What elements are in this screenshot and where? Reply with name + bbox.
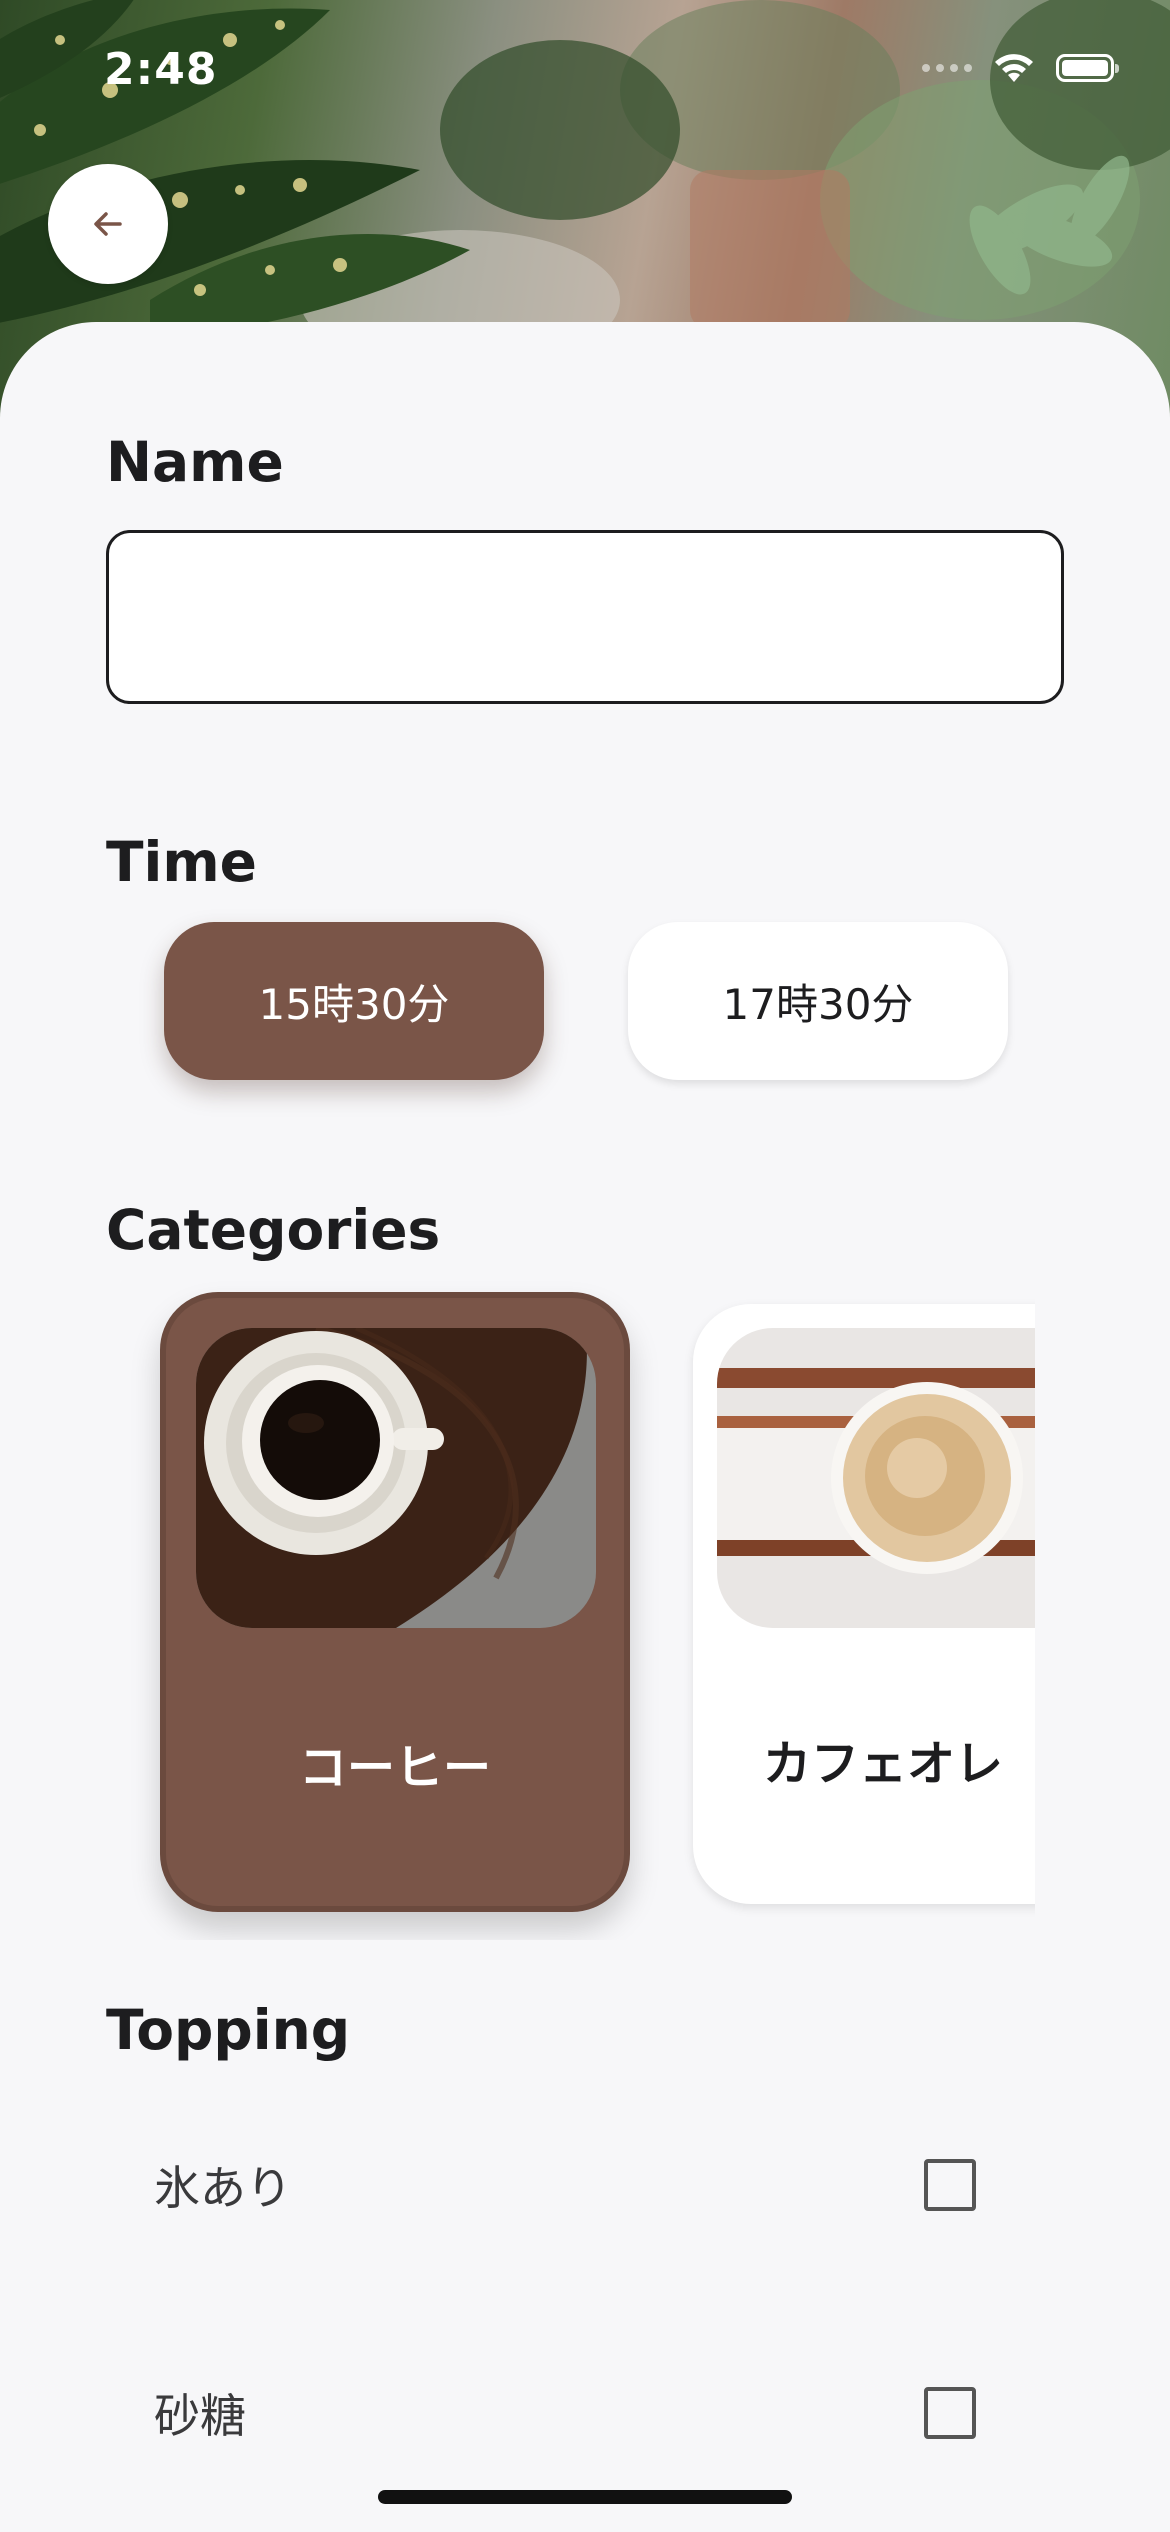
category-label-coffee: コーヒー: [298, 1740, 491, 1796]
category-card-cafe-au-lait[interactable]: カフェオレ: [693, 1304, 1035, 1904]
arrow-left-icon: [94, 212, 122, 236]
coffee-cup-illustration: [196, 1328, 596, 1628]
coffee-photo: [196, 1328, 596, 1628]
time-option-1530[interactable]: 15時30分: [164, 922, 544, 1080]
topping-row-ice[interactable]: 氷あり: [106, 2120, 1064, 2250]
topping-checkbox-sugar[interactable]: [924, 2387, 976, 2439]
cafe-au-lait-photo: [717, 1328, 1035, 1628]
latte-cup-illustration: [717, 1328, 1035, 1628]
category-label-cafe-au-lait: カフェオレ: [763, 1736, 1004, 1792]
topping-section-title: Topping: [106, 1998, 351, 2062]
home-indicator: [378, 2490, 792, 2504]
back-button[interactable]: [48, 164, 168, 284]
battery-icon: [1056, 54, 1119, 82]
topping-label-ice: 氷あり: [154, 2161, 292, 2215]
screen: 2:48 Name Time 15時30分 17時30分 Categories: [0, 0, 1170, 2532]
name-input[interactable]: [106, 530, 1064, 704]
wifi-icon: [995, 54, 1033, 82]
cellular-signal-icon: [922, 64, 972, 72]
status-icons: [922, 52, 1119, 84]
topping-checkbox-ice[interactable]: [924, 2159, 976, 2211]
category-card-coffee[interactable]: コーヒー: [160, 1292, 630, 1912]
topping-label-sugar: 砂糖: [154, 2389, 246, 2443]
status-time: 2:48: [104, 44, 218, 95]
time-option-1730[interactable]: 17時30分: [628, 922, 1008, 1080]
categories-carousel[interactable]: コーヒー カフェオレ: [130, 1280, 1035, 1940]
name-section-title: Name: [106, 430, 284, 494]
time-section-title: Time: [106, 830, 257, 894]
categories-section-title: Categories: [106, 1198, 441, 1262]
topping-row-sugar[interactable]: 砂糖: [106, 2348, 1064, 2478]
